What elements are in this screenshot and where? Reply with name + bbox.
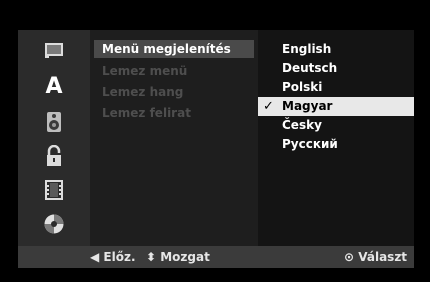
language-option[interactable]: Русский: [258, 135, 414, 154]
move-hint: ⬍ Mozgat: [146, 250, 210, 264]
settings-panel: A Menü megjelenítés Lemez menü Lemez han…: [18, 30, 414, 246]
disc-icon-svg: [44, 214, 64, 234]
help-bar: ◀ Előz. ⬍ Mozgat ⊙ Választ: [18, 246, 414, 268]
language-icon[interactable]: A: [40, 72, 68, 100]
language-glyph: A: [45, 73, 63, 99]
disc-menu-icon[interactable]: [40, 36, 68, 64]
language-option[interactable]: Polski: [258, 78, 414, 97]
language-option-selected[interactable]: ✓ Magyar: [258, 97, 414, 116]
language-option[interactable]: Deutsch: [258, 59, 414, 78]
select-hint: ⊙ Választ: [344, 250, 408, 264]
lock-icon-svg: [47, 145, 61, 166]
selected-language-label: Magyar: [282, 99, 333, 113]
language-options: English Deutsch Polski ✓ Magyar Česky Ру…: [258, 30, 414, 246]
film-icon[interactable]: [40, 176, 68, 204]
menu-item-menu-display[interactable]: Menü megjelenítés: [94, 40, 254, 58]
menu-item-disc-subtitle[interactable]: Lemez felirat: [94, 104, 254, 122]
disc-icon[interactable]: [40, 210, 68, 238]
lock-icon[interactable]: [40, 142, 68, 170]
prev-hint: ◀ Előz.: [90, 250, 136, 264]
disc-menu-icon-svg: [45, 43, 63, 58]
menu-item-disc-audio[interactable]: Lemez hang: [94, 83, 254, 101]
speaker-icon[interactable]: [40, 108, 68, 136]
speaker-icon-svg: [47, 112, 61, 132]
film-icon-svg: [45, 180, 63, 200]
language-option[interactable]: Česky: [258, 116, 414, 135]
language-option[interactable]: English: [258, 40, 414, 59]
menu-item-disc-menu[interactable]: Lemez menü: [94, 62, 254, 80]
check-icon: ✓: [263, 99, 274, 114]
category-sidebar: A: [18, 30, 90, 246]
submenu-column: Menü megjelenítés Lemez menü Lemez hang …: [90, 30, 258, 246]
